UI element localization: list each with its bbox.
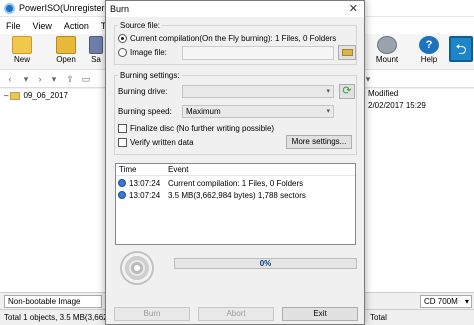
log-time: 13:07:24	[129, 191, 161, 200]
radio-image-label: Image file:	[130, 48, 167, 57]
log-event-header[interactable]: Event	[168, 165, 188, 174]
log-event: Current compilation: 1 Files, 0 Folders	[168, 179, 304, 188]
open-folder-icon	[56, 36, 76, 54]
radio-selected-icon	[118, 34, 127, 43]
event-log: Time Event 13:07:24 Current compilation:…	[115, 163, 356, 245]
back-icon[interactable]: ‹	[4, 73, 16, 85]
modified-value: 2/02/2017 15:29	[368, 101, 426, 110]
more-settings-button[interactable]: More settings...	[286, 135, 352, 149]
burning-drive-label: Burning drive:	[118, 87, 168, 96]
radio-image-file[interactable]: Image file:	[118, 48, 167, 57]
exit-app-button[interactable]: ⮌	[448, 36, 474, 68]
up-folder-icon[interactable]: ⇧	[64, 73, 76, 85]
cd-folder-icon	[10, 91, 21, 100]
new-label: New	[13, 55, 30, 64]
verify-data-checkbox[interactable]: Verify written data	[118, 138, 194, 147]
folder-tree: – 09_06_2017	[0, 89, 108, 292]
abort-button[interactable]: Abort	[198, 307, 274, 321]
boot-status: Non-bootable Image	[4, 295, 102, 308]
open-label: Open	[56, 55, 76, 64]
exit-arrow-icon: ⮌	[449, 36, 473, 62]
finalize-disc-checkbox[interactable]: Finalize disc (No further writing possib…	[118, 124, 274, 133]
source-file-legend: Source file:	[120, 21, 161, 30]
burning-speed-select[interactable]: Maximum ▾	[182, 105, 334, 118]
refresh-icon: ⟳	[342, 85, 352, 97]
checkbox-icon	[118, 138, 127, 147]
chevron-down-icon: ▾	[326, 108, 330, 115]
folder-icon: ▭	[81, 74, 91, 84]
image-file-input[interactable]	[182, 46, 334, 60]
log-row: 13:07:24 Current compilation: 1 Files, 0…	[116, 178, 355, 189]
expand-icon[interactable]: –	[4, 91, 8, 100]
save-label: Sa	[91, 55, 101, 64]
chevron-down-icon: ▾	[326, 88, 330, 95]
save-icon	[89, 36, 103, 54]
burning-speed-label: Burning speed:	[118, 107, 172, 116]
radio-compilation-label: Current compilation(On the Fly burning):…	[130, 34, 337, 43]
log-event: 3.5 MB(3,662,984 bytes) 1,788 sectors	[168, 191, 306, 200]
media-size-label: CD 700M	[424, 297, 458, 306]
back-dropdown-icon[interactable]: ▾	[20, 73, 32, 85]
mount-label: Mount	[375, 55, 399, 64]
finalize-disc-label: Finalize disc (No further writing possib…	[130, 124, 275, 133]
browse-button[interactable]	[338, 45, 356, 60]
open-button[interactable]: Open	[46, 36, 86, 68]
radio-unselected-icon	[118, 48, 127, 57]
dialog-title-bar: Burn ✕	[106, 1, 364, 17]
log-row: 13:07:24 3.5 MB(3,662,984 bytes) 1,788 s…	[116, 190, 355, 201]
modified-column-header[interactable]: Modified	[368, 89, 398, 98]
checkbox-icon	[118, 124, 127, 133]
tree-item[interactable]: – 09_06_2017	[4, 89, 68, 102]
media-size-select[interactable]: CD 700M ▾	[420, 295, 472, 308]
menu-view[interactable]: View	[27, 21, 58, 31]
dialog-title: Burn	[110, 4, 130, 14]
status-right: Total	[370, 313, 387, 322]
file-list-pane: Modified 2/02/2017 15:29	[362, 89, 474, 292]
log-time: 13:07:24	[129, 179, 161, 188]
help-button[interactable]: ? Help	[412, 36, 446, 68]
burn-progress-bar: 0%	[174, 258, 357, 269]
exit-button[interactable]: Exit	[282, 307, 358, 321]
poweriso-app-icon	[4, 2, 15, 14]
log-time-header[interactable]: Time	[119, 165, 136, 174]
verify-data-label: Verify written data	[130, 138, 194, 147]
chevron-down-icon: ▾	[464, 297, 469, 306]
forward-icon[interactable]: ›	[34, 73, 46, 85]
new-button[interactable]: New	[2, 36, 42, 68]
progress-text: 0%	[259, 259, 272, 268]
mount-icon	[377, 36, 397, 54]
menu-action[interactable]: Action	[58, 21, 95, 31]
help-icon: ?	[419, 36, 439, 54]
log-header: Time Event	[116, 164, 355, 176]
burning-drive-select[interactable]: ▾	[182, 85, 334, 98]
disc-icon	[120, 251, 154, 285]
help-label: Help	[420, 55, 438, 64]
info-icon	[118, 191, 126, 199]
burn-button[interactable]: Burn	[114, 307, 190, 321]
burning-speed-value: Maximum	[186, 107, 221, 116]
refresh-button[interactable]: ⟳	[339, 84, 355, 99]
browse-folder-icon	[341, 49, 353, 56]
new-icon	[12, 36, 32, 54]
save-button[interactable]: Sa	[86, 36, 106, 68]
burn-dialog: Burn ✕ Source file: Current compilation(…	[105, 0, 365, 325]
forward-dropdown-icon[interactable]: ▾	[48, 73, 60, 85]
mount-button[interactable]: Mount	[366, 36, 408, 68]
radio-current-compilation[interactable]: Current compilation(On the Fly burning):…	[118, 34, 336, 43]
burning-settings-legend: Burning settings:	[120, 71, 180, 80]
folder-label: 09_06_2017	[23, 91, 68, 100]
info-icon	[118, 179, 126, 187]
close-icon[interactable]: ✕	[349, 2, 358, 15]
menu-file[interactable]: File	[0, 21, 27, 31]
